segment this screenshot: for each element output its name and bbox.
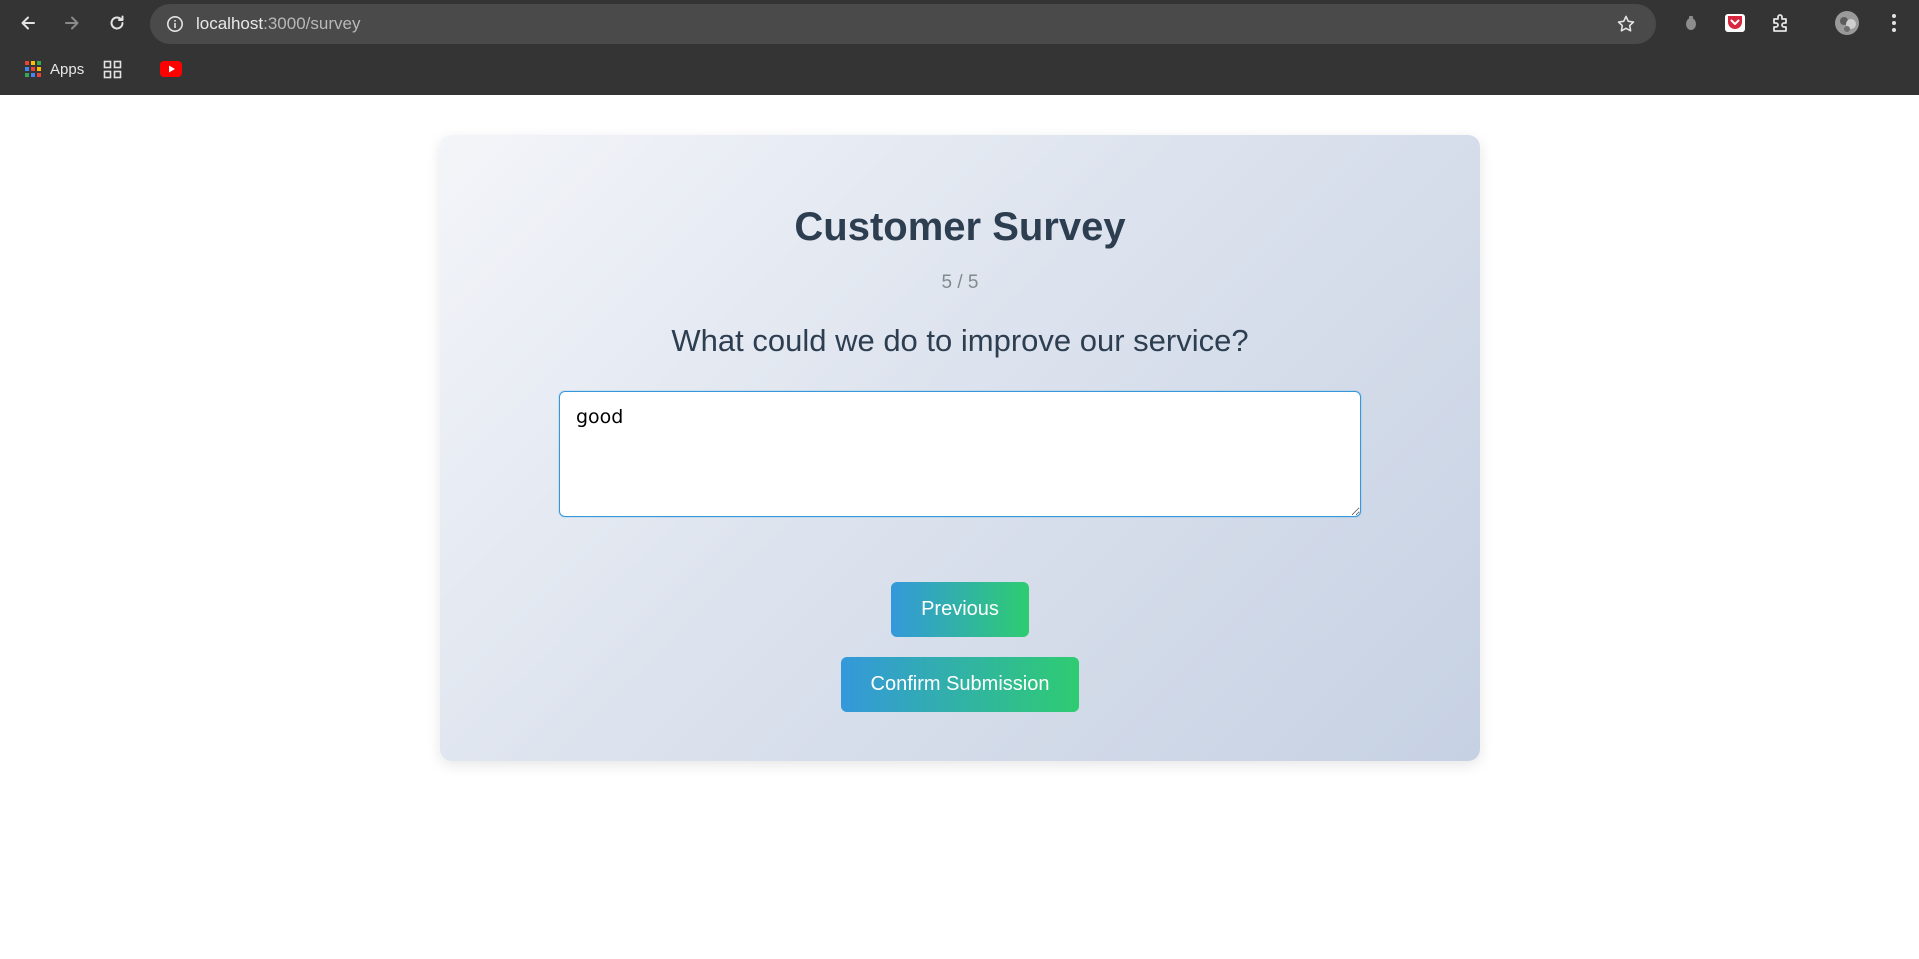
- site-info-icon: [167, 16, 183, 32]
- confirm-submission-button[interactable]: Confirm Submission: [841, 657, 1079, 712]
- bookmark-apps-label: Apps: [50, 60, 85, 78]
- bookmark-star-icon: [1617, 15, 1635, 32]
- address-bar[interactable]: localhost:3000/survey: [150, 4, 1656, 44]
- profile-avatar: [1835, 11, 1859, 35]
- youtube-icon: [160, 61, 182, 77]
- reload-button[interactable]: [101, 7, 133, 39]
- pocket-icon: [1725, 14, 1745, 32]
- question-progress: 5 / 5: [941, 272, 979, 293]
- extension-button-1[interactable]: [1677, 9, 1705, 37]
- tab-groups-button[interactable]: [103, 52, 122, 86]
- url-host: localhost: [196, 14, 264, 33]
- pocket-extension-button[interactable]: [1721, 9, 1749, 37]
- survey-card: Customer Survey 5 / 5 What could we do t…: [440, 135, 1480, 761]
- bookmarks-bar: Apps: [0, 52, 1919, 86]
- browser-chrome: localhost:3000/survey Apps: [0, 0, 1919, 95]
- back-button[interactable]: [12, 7, 44, 39]
- extensions-menu-button[interactable]: [1767, 9, 1795, 37]
- bookmark-youtube[interactable]: [160, 52, 182, 86]
- previous-button[interactable]: Previous: [891, 582, 1029, 637]
- extension-icon: [1686, 16, 1696, 30]
- question-text: What could we do to improve our service?: [671, 323, 1249, 358]
- apps-grid-icon: [25, 61, 41, 77]
- url-text: localhost:3000/survey: [196, 4, 360, 44]
- bookmark-apps[interactable]: Apps: [24, 52, 84, 86]
- reload-icon: [110, 15, 124, 30]
- tab-groups-icon: [103, 60, 122, 78]
- back-icon: [21, 16, 35, 30]
- forward-icon: [65, 16, 79, 30]
- site-info-button[interactable]: [160, 9, 190, 39]
- page-title: Customer Survey: [794, 205, 1126, 249]
- url-path: :3000/survey: [263, 14, 361, 33]
- browser-menu-button[interactable]: [1880, 9, 1908, 37]
- forward-button[interactable]: [56, 7, 88, 39]
- browser-toolbar: localhost:3000/survey: [0, 0, 1919, 46]
- bookmark-star-button[interactable]: [1612, 10, 1640, 38]
- menu-icon: [1892, 14, 1896, 32]
- answer-textarea[interactable]: [559, 391, 1361, 517]
- puzzle-icon: [1773, 14, 1787, 32]
- profile-button[interactable]: [1833, 9, 1861, 37]
